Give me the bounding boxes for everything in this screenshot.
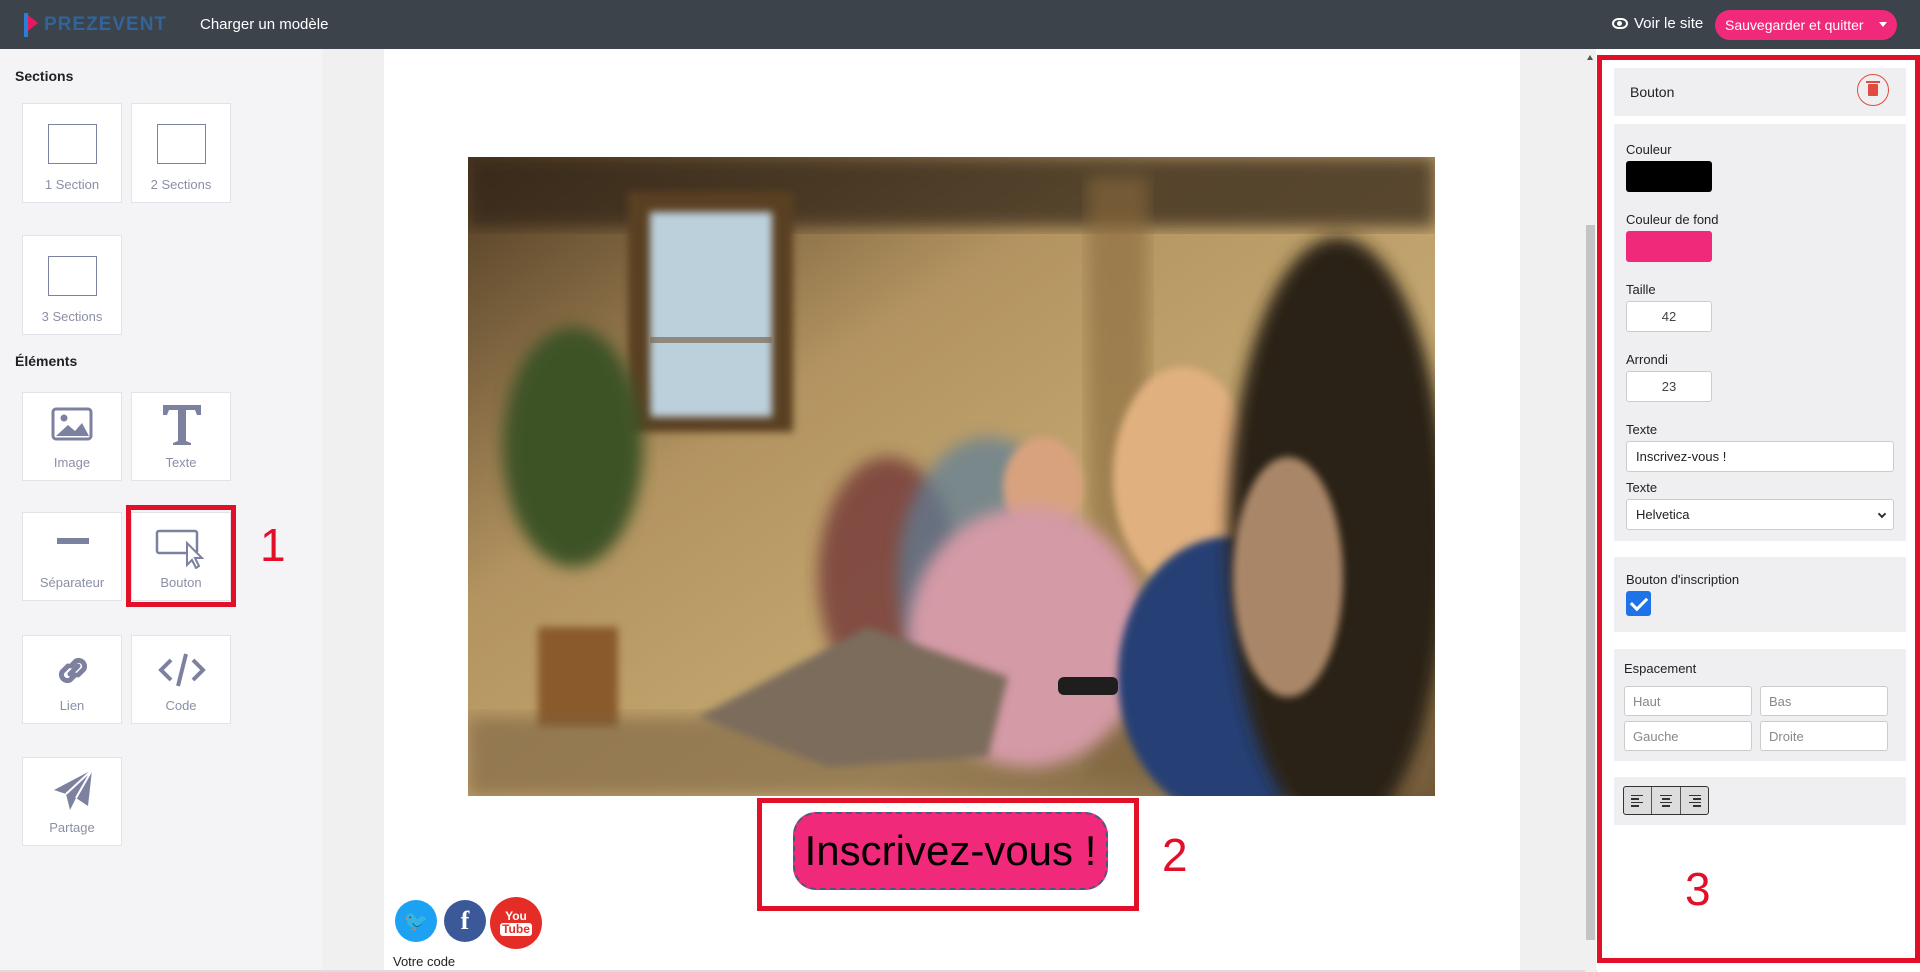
- scroll-up-arrow-icon[interactable]: [1587, 55, 1593, 60]
- three-sections-icon: [48, 256, 97, 296]
- tile-label: 2 Sections: [150, 177, 212, 192]
- save-and-quit-button[interactable]: Sauvegarder et quitter: [1715, 10, 1897, 40]
- scroll-thumb[interactable]: [1586, 225, 1595, 940]
- facebook-icon[interactable]: f: [444, 900, 486, 942]
- tile-image[interactable]: Image: [22, 392, 122, 481]
- tile-label: 1 Section: [44, 177, 100, 192]
- canvas-scrollbar[interactable]: [1585, 49, 1596, 972]
- view-site-label: Voir le site: [1634, 15, 1704, 32]
- tile-label: 3 Sections: [41, 309, 103, 324]
- tile-2-sections[interactable]: 2 Sections: [131, 103, 231, 203]
- annotation-number-1: 1: [260, 519, 286, 571]
- paper-plane-icon: [54, 769, 93, 810]
- tile-label: Séparateur: [39, 575, 105, 590]
- tile-3-sections[interactable]: 3 Sections: [22, 235, 122, 335]
- tile-text[interactable]: Texte: [131, 392, 231, 481]
- tile-label: Partage: [49, 820, 95, 835]
- two-sections-icon: [157, 124, 206, 164]
- annotation-box-3: [1597, 55, 1920, 963]
- link-icon: [58, 657, 88, 684]
- image-icon: [51, 407, 93, 441]
- tile-separator[interactable]: Séparateur: [22, 512, 122, 601]
- tile-code[interactable]: Code: [131, 635, 231, 724]
- elements-heading: Éléments: [15, 353, 78, 369]
- tile-share[interactable]: Partage: [22, 757, 122, 846]
- conference-photo[interactable]: [468, 157, 1435, 796]
- tile-label: Image: [53, 455, 91, 470]
- text-icon: [163, 405, 201, 445]
- tile-label: Texte: [165, 455, 197, 470]
- one-section-icon: [48, 124, 97, 164]
- eye-icon: [1612, 18, 1628, 29]
- logo[interactable]: PREZEVENT: [22, 10, 167, 40]
- sections-heading: Sections: [15, 68, 74, 84]
- load-template-link[interactable]: Charger un modèle: [200, 16, 328, 33]
- tile-link[interactable]: Lien: [22, 635, 122, 724]
- annotation-number-3: 3: [1685, 863, 1711, 915]
- code-block-label: Votre code: [393, 954, 456, 969]
- canvas-gutter-left: [322, 49, 384, 972]
- tile-1-section[interactable]: 1 Section: [22, 103, 122, 203]
- save-and-quit-label: Sauvegarder et quitter: [1725, 17, 1864, 33]
- logo-icon: [22, 11, 38, 39]
- annotation-box-1: [126, 505, 236, 607]
- separator-icon: [57, 538, 89, 544]
- annotation-number-2: 2: [1162, 829, 1188, 881]
- logo-text: PREZEVENT: [44, 14, 168, 35]
- code-icon: [158, 653, 206, 687]
- view-site-link[interactable]: Voir le site: [1612, 15, 1703, 32]
- signup-cta-button[interactable]: Inscrivez-vous !: [793, 812, 1108, 890]
- canvas-gutter-right: [1520, 49, 1585, 972]
- youtube-tube: Tube: [500, 922, 532, 936]
- chevron-down-icon[interactable]: [1879, 22, 1887, 27]
- tile-label: Lien: [59, 698, 85, 713]
- top-bar: PREZEVENT Charger un modèle Voir le site…: [0, 0, 1920, 49]
- twitter-icon[interactable]: 🐦: [395, 900, 437, 942]
- tile-label: Code: [165, 698, 197, 713]
- youtube-icon[interactable]: You Tube: [490, 897, 542, 949]
